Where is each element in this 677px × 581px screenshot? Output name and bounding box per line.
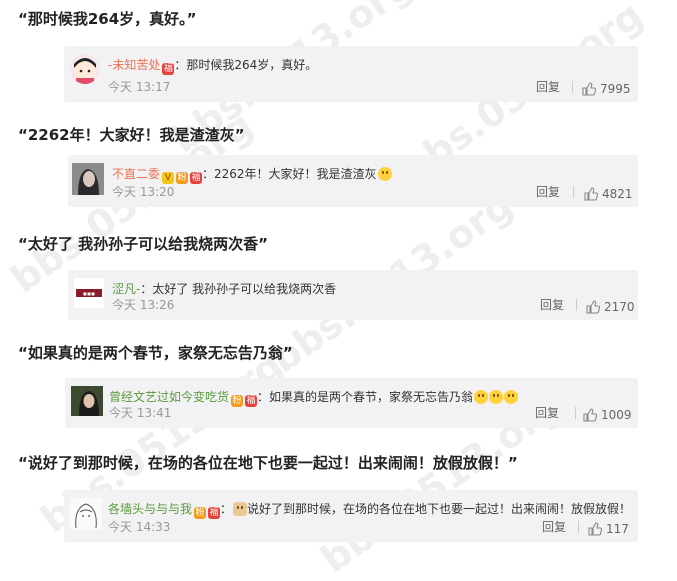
thumbs-up-icon — [583, 408, 598, 422]
laugh-emoji-icon — [489, 390, 504, 404]
reply-button[interactable]: 回复 — [542, 518, 566, 535]
quote-heading: “那时候我264岁，真好。” — [18, 10, 197, 28]
like-button[interactable]: 7995 — [582, 82, 631, 96]
quote-heading: “如果真的是两个春节，家祭无忘告乃翁” — [18, 344, 293, 362]
comment-text: ：如果真的是两个春节，家祭无忘告乃翁 — [257, 390, 474, 404]
quote-heading: “2262年！大家好！我是渣渣灰” — [18, 126, 245, 144]
comment-line: -未知苦处福：那时候我264岁，真好。 — [108, 56, 317, 75]
like-button[interactable]: 117 — [588, 522, 629, 536]
username-link[interactable]: 曾经文艺过如今变吃货 — [109, 390, 229, 404]
avatar[interactable] — [72, 163, 104, 195]
username-link[interactable]: 各墙头与与与我 — [108, 502, 192, 516]
divider — [578, 521, 579, 533]
thumbs-up-icon — [584, 187, 599, 201]
thumbs-up-icon — [586, 300, 601, 314]
comment-colon: ： — [220, 502, 233, 516]
timestamp: 今天 14:33 — [108, 520, 171, 534]
like-button[interactable]: 2170 — [586, 300, 635, 314]
comment-text: ：2262年！大家好！我是渣渣灰 — [202, 167, 377, 181]
username-link[interactable]: 不直二委 — [112, 167, 160, 181]
vip-badge-icon: 福 — [190, 172, 203, 184]
comment-line: 涩凡-：太好了 我孙孙子可以给我烧两次香 — [112, 280, 336, 297]
cartoon-girl-avatar-icon — [74, 58, 96, 84]
vip-badge-icon: 福 — [245, 395, 258, 407]
avatar[interactable] — [71, 386, 103, 416]
fan-badge-icon: 粉 — [194, 507, 207, 519]
fan-badge-icon: 粉 — [231, 395, 244, 407]
sketch-girl-avatar-icon — [70, 498, 102, 530]
like-count: 7995 — [600, 82, 631, 96]
like-count: 2170 — [604, 300, 635, 314]
divider — [576, 299, 577, 311]
brand-logo-avatar-icon: ▪▪▪ — [74, 278, 104, 308]
divider — [573, 186, 574, 198]
like-button[interactable]: 4821 — [584, 187, 633, 201]
laugh-emoji-icon — [474, 390, 489, 404]
woman-photo-avatar-icon — [71, 386, 103, 416]
quote-heading: “太好了 我孙孙子可以给我烧两次香” — [18, 235, 268, 253]
reply-button[interactable]: 回复 — [535, 404, 559, 421]
username-link[interactable]: -未知苦处 — [108, 58, 160, 72]
avatar[interactable] — [70, 54, 100, 84]
avatar[interactable] — [70, 498, 102, 530]
laugh-emoji-icon — [504, 390, 519, 404]
like-count: 117 — [606, 522, 629, 536]
woman-photo-avatar-icon — [72, 163, 104, 195]
timestamp: 今天 13:17 — [108, 80, 171, 94]
timestamp: 今天 13:41 — [109, 406, 172, 420]
cat-emoji-icon — [233, 502, 248, 516]
like-count: 4821 — [602, 187, 633, 201]
comment-text: ：太好了 我孙孙子可以给我烧两次香 — [140, 282, 337, 296]
comment-card: 曾经文艺过如今变吃货粉福：如果真的是两个春节，家祭无忘告乃翁 今天 13:41 … — [65, 378, 638, 428]
comment-card: 不直二委 V 粉福：2262年！大家好！我是渣渣灰 今天 13:20 回复 4821 — [68, 155, 638, 207]
thumbs-up-icon — [588, 522, 603, 536]
thumbs-up-icon — [582, 82, 597, 96]
comment-card: 各墙头与与与我粉福： 说好了到那时候，在场的各位在地下也要一起过！出来闹闹！放假放… — [64, 490, 638, 542]
timestamp: 今天 13:20 — [112, 185, 175, 199]
comment-text: 说好了到那时候，在场的各位在地下也要一起过！出来闹闹！放假放假！ — [247, 502, 632, 516]
reply-button[interactable]: 回复 — [536, 78, 560, 95]
divider — [572, 81, 573, 93]
like-button[interactable]: 1009 — [583, 408, 632, 422]
comment-card: -未知苦处福：那时候我264岁，真好。 今天 13:17 回复 7995 — [64, 46, 638, 102]
reply-button[interactable]: 回复 — [540, 296, 564, 313]
quote-heading: “说好了到那时候，在场的各位在地下也要一起过！出来闹闹！放假放假！” — [18, 454, 518, 472]
timestamp: 今天 13:26 — [112, 298, 175, 312]
username-link[interactable]: 涩凡- — [112, 282, 140, 296]
vip-badge-icon: 福 — [208, 507, 221, 519]
comment-card: ▪▪▪ 涩凡-：太好了 我孙孙子可以给我烧两次香 今天 13:26 回复 217… — [68, 270, 638, 320]
smile-emoji-icon — [377, 167, 392, 181]
divider — [575, 407, 576, 419]
avatar[interactable]: ▪▪▪ — [74, 278, 104, 308]
comment-line: 各墙头与与与我粉福： 说好了到那时候，在场的各位在地下也要一起过！出来闹闹！放假放… — [108, 500, 631, 519]
fan-badge-icon: 粉 — [176, 172, 189, 184]
reply-button[interactable]: 回复 — [536, 183, 560, 200]
comment-text: ：那时候我264岁，真好。 — [174, 58, 318, 72]
svg-text:▪▪▪: ▪▪▪ — [83, 291, 95, 298]
vip-badge-icon: 福 — [162, 63, 175, 75]
like-count: 1009 — [601, 408, 632, 422]
comment-line: 不直二委 V 粉福：2262年！大家好！我是渣渣灰 — [112, 165, 392, 184]
